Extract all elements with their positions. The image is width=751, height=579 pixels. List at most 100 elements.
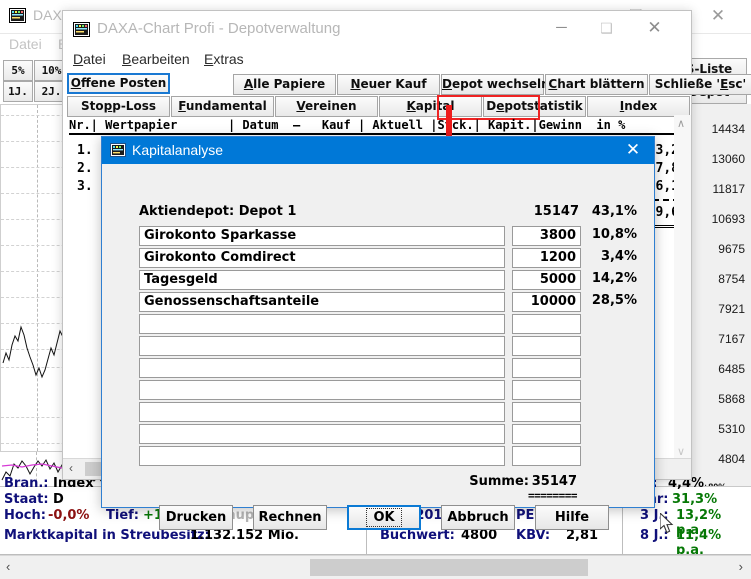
account-value-input[interactable]: 5000	[512, 270, 581, 290]
account-value-input[interactable]: 10000	[512, 292, 581, 312]
tab-chart-blaettern[interactable]: Chart blättern	[545, 74, 648, 95]
depot-menu-bearbeiten[interactable]: Bearbeiten	[122, 51, 190, 67]
cancel-button[interactable]: Abbruch	[441, 505, 515, 530]
info-branch-label: Bran.:	[4, 476, 48, 491]
table-row-number: 3.	[77, 179, 93, 194]
price-ladder: 14434 13060 11817 10693 9675 8754 7921 7…	[689, 104, 751, 494]
depot-menu-bearbeiten-key: B	[122, 51, 131, 67]
scroll-left-arrow-icon[interactable]: ‹	[69, 461, 73, 475]
account-name-input[interactable]	[139, 336, 505, 356]
ladder-value: 4804	[693, 452, 745, 466]
info-kbv-value: 2,81	[566, 528, 598, 543]
account-name-input[interactable]	[139, 358, 505, 378]
toolbar-button-5pct[interactable]: 5%	[3, 60, 33, 81]
tab-stopp-loss[interactable]: Stopp-Loss	[67, 96, 170, 117]
main-horizontal-scrollbar[interactable]: ‹ ›	[0, 555, 751, 579]
btn-post: undamental	[186, 99, 267, 113]
info-jahr-value: 31,3%	[672, 492, 717, 507]
account-value-input[interactable]: 1200	[512, 248, 581, 268]
btn-post: epot wechseln	[452, 77, 550, 91]
depot-maximize-button[interactable]: ❑	[584, 13, 629, 43]
depot-close-button[interactable]: ✕	[632, 13, 677, 43]
scroll-left-arrow-icon[interactable]: ‹	[6, 559, 10, 574]
sum-value: 35147	[512, 474, 581, 489]
account-name-input[interactable]: Girokonto Comdirect	[139, 248, 505, 268]
depot-vertical-scrollbar[interactable]: ∧ ∨	[674, 115, 691, 460]
btn-key: N	[350, 77, 360, 91]
info-state-label: Staat:	[4, 492, 49, 507]
app-icon	[9, 8, 26, 23]
account-name-input[interactable]: Tagesgeld	[139, 270, 505, 290]
scroll-right-arrow-icon[interactable]: ›	[739, 559, 743, 574]
depot-menu-datei[interactable]: Datei	[73, 51, 106, 67]
tab-fundamental[interactable]: Fundamental	[171, 96, 274, 117]
dialog-close-button[interactable]: ✕	[622, 140, 644, 160]
ladder-value: 9675	[693, 242, 745, 256]
tab-alle-papiere[interactable]: Alle Papiere	[233, 74, 336, 95]
btn-key: F	[178, 99, 186, 113]
account-name-input[interactable]: Genossenschaftsanteile	[139, 292, 505, 312]
table-row-number: 2.	[77, 161, 93, 176]
account-value-input[interactable]	[512, 314, 581, 334]
scrollbar-thumb[interactable]	[310, 559, 588, 576]
btn-pre: Schließe '	[655, 77, 720, 91]
info-markt-label: Marktkapital in Streubesitz:	[4, 528, 210, 543]
sum-underline: ========	[512, 489, 581, 502]
depot-header-label: Aktiendepot: Depot 1	[139, 204, 296, 219]
ok-button[interactable]: OK	[347, 505, 421, 530]
print-button[interactable]: Drucken	[159, 505, 233, 530]
account-name-input[interactable]: Girokonto Sparkasse	[139, 226, 505, 246]
depot-column-header: Nr.| Wertpapier | Datum – Kauf | Aktuell…	[69, 117, 685, 135]
btn-post: p-Loss	[112, 99, 156, 113]
tab-schliesse-esc[interactable]: Schließe 'Esc'	[649, 74, 751, 95]
btn-key: C	[548, 77, 557, 91]
depot-menu-extras[interactable]: Extras	[204, 51, 244, 67]
dialog-body: Aktiendepot: Depot 1 15147 43,1% Girokon…	[103, 164, 653, 507]
toolbar-button-1j[interactable]: 1J.	[3, 81, 33, 102]
info-hoch-label: Hoch:	[4, 508, 46, 523]
ladder-value: 7167	[693, 332, 745, 346]
account-name-input[interactable]	[139, 314, 505, 334]
account-percent-label: 14,2%	[589, 271, 637, 286]
account-name-input[interactable]	[139, 402, 505, 422]
tab-index[interactable]: Index	[587, 96, 690, 117]
depot-menu-datei-key: D	[73, 51, 83, 67]
kapitalanalyse-dialog: Kapitalanalyse ✕ Aktiendepot: Depot 1 15…	[101, 136, 655, 508]
account-percent-label: 10,8%	[589, 227, 637, 242]
info-markt-value: 1.132.152 Mio.	[190, 528, 299, 543]
main-close-button[interactable]: ✕	[695, 0, 741, 32]
info-buchwert-label: Buchwert:	[380, 528, 455, 543]
ladder-value: 7921	[693, 302, 745, 316]
account-percent-label: 28,5%	[589, 293, 637, 308]
account-percent-label: 3,4%	[589, 249, 637, 264]
table-row-number: 1.	[77, 143, 93, 158]
main-menu-datei[interactable]: Datei	[9, 36, 42, 52]
depot-header-value: 15147	[503, 204, 579, 219]
btn-post: hart blättern	[557, 77, 644, 91]
depot-minimize-button[interactable]: ─	[539, 13, 584, 43]
account-value-input[interactable]	[512, 424, 581, 444]
scroll-up-arrow-icon[interactable]: ∧	[677, 117, 685, 130]
ladder-value: 6485	[693, 362, 745, 376]
account-name-input[interactable]	[139, 446, 505, 466]
account-value-input[interactable]: 3800	[512, 226, 581, 246]
tab-depot-wechseln[interactable]: Depot wechseln	[441, 74, 544, 95]
btn-key: A	[244, 77, 253, 91]
account-value-input[interactable]	[512, 402, 581, 422]
dialog-title: Kapitalanalyse	[132, 142, 223, 158]
info-kbv-label: KBV:	[516, 528, 550, 543]
tab-vereinen[interactable]: Vereinen	[275, 96, 378, 117]
tab-offene-posten[interactable]: Offene Posten	[67, 73, 170, 94]
account-value-input[interactable]	[512, 336, 581, 356]
account-value-input[interactable]	[512, 446, 581, 466]
compute-button[interactable]: Rechnen	[253, 505, 327, 530]
tab-neuer-kauf[interactable]: Neuer Kauf	[337, 74, 440, 95]
account-name-input[interactable]	[139, 424, 505, 444]
scroll-down-arrow-icon[interactable]: ∨	[677, 445, 685, 458]
account-value-input[interactable]	[512, 380, 581, 400]
app-icon	[110, 143, 126, 157]
app-icon	[73, 22, 90, 37]
account-value-input[interactable]	[512, 358, 581, 378]
account-name-input[interactable]	[139, 380, 505, 400]
help-button[interactable]: Hilfe	[535, 505, 609, 530]
